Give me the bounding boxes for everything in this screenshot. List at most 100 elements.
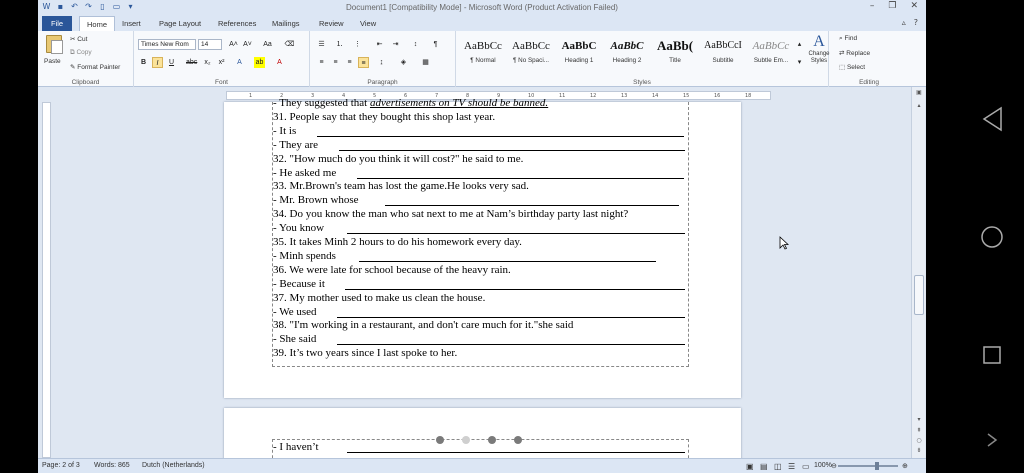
document-line[interactable]: 32. "How much do you think it will cost?… (273, 153, 523, 166)
line-spacing-icon[interactable]: ↨ (376, 57, 387, 68)
carousel-dot[interactable] (514, 436, 522, 444)
answer-blank[interactable] (317, 135, 684, 137)
home-icon[interactable] (980, 225, 1004, 249)
document-line[interactable]: - It is (273, 125, 296, 138)
tab-file[interactable]: File (42, 16, 73, 31)
text-effects-icon[interactable]: A (234, 57, 245, 68)
close-button[interactable]: ✕ (910, 1, 918, 11)
style-title[interactable]: AaBb( Title (652, 35, 698, 73)
answer-blank[interactable] (337, 344, 685, 346)
answer-blank[interactable] (385, 205, 679, 207)
scroll-up-icon[interactable]: ▴ (912, 100, 926, 111)
document-line[interactable]: 37. My mother used to make us clean the … (273, 292, 485, 305)
minimize-button[interactable]: – (870, 1, 875, 11)
answer-blank[interactable] (359, 260, 656, 262)
zoom-level[interactable]: 100% (814, 462, 832, 469)
font-color-icon[interactable]: A (274, 57, 285, 68)
style-heading-1[interactable]: AaBbC Heading 1 (556, 35, 602, 73)
bold-icon[interactable]: B (138, 57, 149, 68)
paste-icon[interactable] (46, 35, 63, 54)
justify-icon[interactable]: ≡ (358, 57, 369, 68)
restore-button[interactable]: ❐ (888, 1, 896, 11)
chevron-right-icon[interactable] (986, 432, 998, 448)
styles-scroll-up-icon[interactable]: ▴ (794, 39, 805, 50)
document-line[interactable]: 35. It takes Minh 2 hours to do his home… (273, 236, 522, 249)
superscript-icon[interactable]: x² (216, 57, 227, 68)
align-left-icon[interactable]: ≡ (316, 57, 327, 68)
tab-review[interactable]: Review (319, 16, 344, 31)
cut-button[interactable]: ✂ Cut (70, 35, 87, 43)
tab-page-layout[interactable]: Page Layout (159, 16, 201, 31)
answer-blank[interactable] (337, 316, 685, 318)
style-no-spacing[interactable]: AaBbCc ¶ No Spaci... (508, 35, 554, 73)
full-screen-view-icon[interactable]: ▤ (760, 462, 768, 471)
italic-icon[interactable]: I (152, 57, 163, 68)
document-page[interactable]: - They suggested that advertisements on … (224, 97, 741, 398)
zoom-in-icon[interactable]: ⊕ (902, 462, 908, 470)
clear-formatting-icon[interactable]: ⌫ (284, 39, 295, 50)
align-center-icon[interactable]: ≡ (330, 57, 341, 68)
page-count[interactable]: Page: 2 of 3 (42, 462, 80, 469)
tab-references[interactable]: References (218, 16, 256, 31)
document-line[interactable]: 34. Do you know the man who sat next to … (273, 208, 628, 221)
tab-view[interactable]: View (360, 16, 376, 31)
tab-home[interactable]: Home (79, 16, 116, 31)
underline-icon[interactable]: U (166, 57, 177, 68)
language[interactable]: Dutch (Netherlands) (142, 462, 205, 469)
minimize-ribbon-icon[interactable]: ▵ (902, 18, 906, 27)
ruler-toggle-icon[interactable]: ▣ (912, 87, 926, 98)
tab-insert[interactable]: Insert (122, 16, 141, 31)
copy-button[interactable]: ⧉ Copy (70, 49, 92, 57)
document-line[interactable]: - He asked me (273, 167, 336, 180)
document-line[interactable]: 39. It’s two years since I last spoke to… (273, 347, 457, 360)
print-layout-view-icon[interactable]: ▣ (746, 462, 754, 471)
document-line[interactable]: 31. People say that they bought this sho… (273, 111, 495, 124)
multilevel-list-icon[interactable]: ⋮ (352, 39, 363, 50)
outline-view-icon[interactable]: ☰ (788, 462, 795, 471)
document-line[interactable]: - Mr. Brown whose (273, 194, 359, 207)
carousel-dot[interactable] (462, 436, 470, 444)
borders-icon[interactable]: ▦ (420, 57, 431, 68)
text-box[interactable]: - They suggested that advertisements on … (272, 97, 689, 367)
scroll-down-icon[interactable]: ▾ (912, 414, 926, 425)
answer-blank[interactable] (347, 452, 685, 453)
numbering-icon[interactable]: ⒈ (334, 39, 345, 50)
document-line[interactable]: - You know (273, 222, 324, 235)
tab-selector-icon[interactable] (38, 88, 52, 102)
recents-icon[interactable] (983, 346, 1001, 364)
draft-view-icon[interactable]: ▭ (802, 462, 810, 471)
highlight-icon[interactable]: ab (254, 57, 265, 68)
zoom-slider[interactable] (838, 465, 898, 467)
decrease-indent-icon[interactable]: ⇤ (374, 39, 385, 50)
styles-more-icon[interactable]: ▾ (794, 57, 805, 68)
increase-indent-icon[interactable]: ⇥ (390, 39, 401, 50)
font-size-combo[interactable]: 14 (198, 39, 222, 50)
answer-blank[interactable] (357, 177, 684, 179)
sort-icon[interactable]: ↕ (410, 39, 421, 50)
vertical-ruler[interactable] (42, 102, 51, 458)
grow-font-icon[interactable]: A˄ (228, 39, 239, 50)
bullets-icon[interactable]: ☰ (316, 39, 327, 50)
back-icon[interactable] (981, 106, 1003, 132)
find-button[interactable]: ⌕ Find (839, 35, 857, 43)
help-icon[interactable]: ? (914, 18, 918, 27)
document-line[interactable]: - They are (273, 139, 318, 152)
format-painter-button[interactable]: ✎ Format Painter (70, 63, 120, 71)
web-layout-view-icon[interactable]: ◫ (774, 462, 782, 471)
shading-icon[interactable]: ◈ (398, 57, 409, 68)
paste-button[interactable]: Paste (44, 58, 61, 65)
show-formatting-icon[interactable]: ¶ (430, 39, 441, 50)
document-line[interactable]: - She said (273, 333, 316, 346)
style-subtitle[interactable]: AaBbCcI Subtitle (700, 35, 746, 73)
answer-blank[interactable] (339, 149, 685, 151)
align-right-icon[interactable]: ≡ (344, 57, 355, 68)
document-line[interactable]: - Because it (273, 278, 325, 291)
carousel-dot[interactable] (436, 436, 444, 444)
vertical-scrollbar[interactable]: ▣ ▴ ▾ ⇞ ○ ⇟ (911, 87, 925, 458)
document-line[interactable]: 36. We were late for school because of t… (273, 264, 511, 277)
zoom-out-icon[interactable]: ⊖ (831, 462, 837, 470)
style-heading-2[interactable]: AaBbC Heading 2 (604, 35, 650, 73)
strikethrough-icon[interactable]: abc (186, 57, 197, 68)
word-count[interactable]: Words: 865 (94, 462, 130, 469)
replace-button[interactable]: ⇄ Replace (839, 49, 870, 57)
